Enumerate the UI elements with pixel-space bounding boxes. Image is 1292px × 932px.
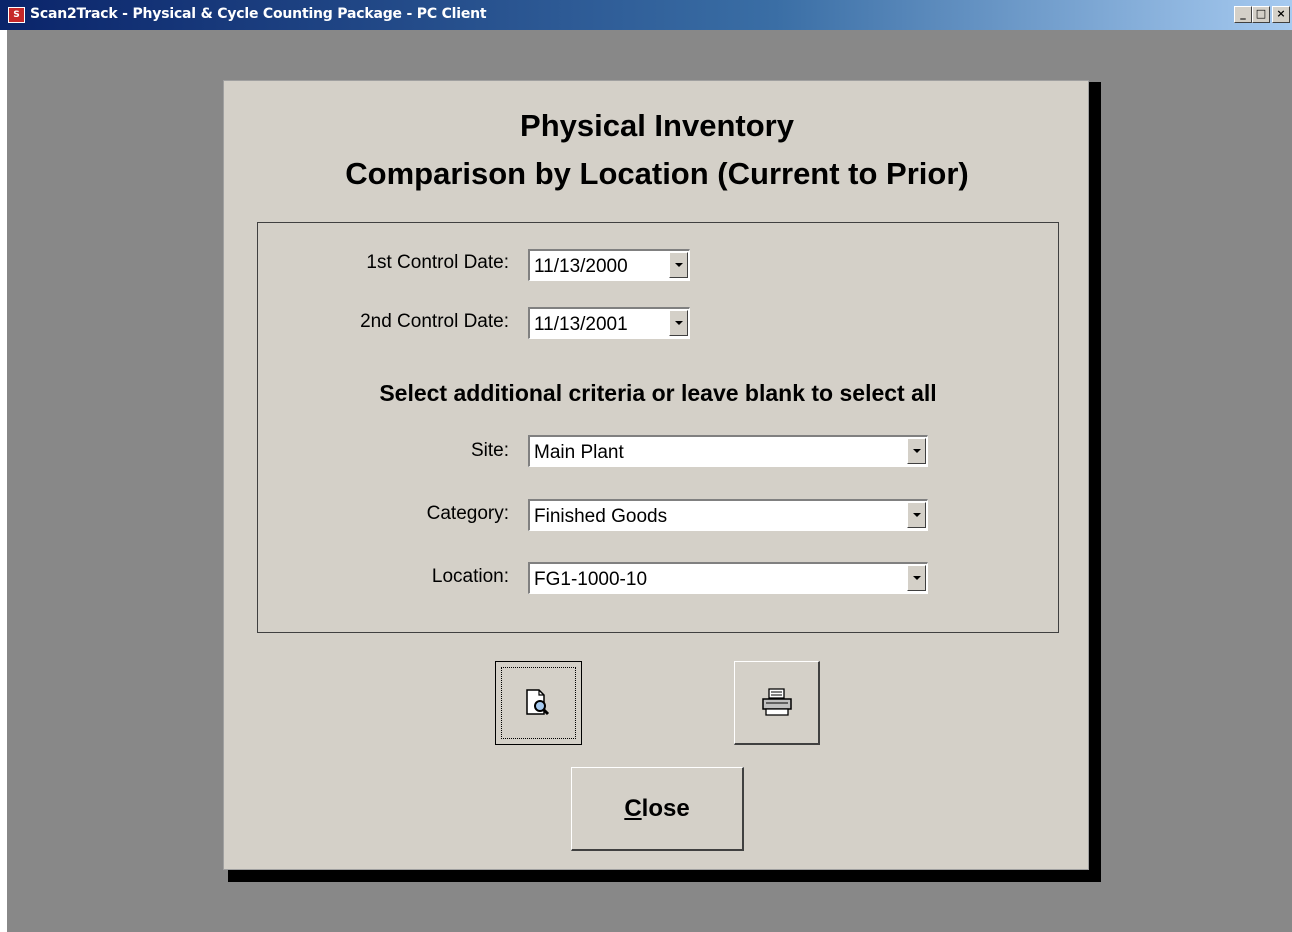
chevron-down-icon[interactable]: [669, 310, 688, 336]
chevron-down-icon[interactable]: [907, 438, 926, 464]
site-combo[interactable]: Main Plant: [528, 435, 928, 467]
control-date-1-combo[interactable]: 11/13/2000: [528, 249, 690, 281]
category-label: Category:: [426, 503, 509, 524]
location-combo[interactable]: FG1-1000-10: [528, 562, 928, 594]
minimize-button[interactable]: _: [1234, 6, 1252, 23]
control-date-2-combo[interactable]: 11/13/2001: [528, 307, 690, 339]
window-title-bar[interactable]: S Scan2Track - Physical & Cycle Counting…: [0, 0, 1292, 30]
criteria-heading: Select additional criteria or leave blan…: [379, 380, 937, 406]
location-label: Location:: [431, 566, 509, 587]
category-combo[interactable]: Finished Goods: [528, 499, 928, 531]
print-button[interactable]: [734, 661, 820, 745]
window-title: Scan2Track - Physical & Cycle Counting P…: [30, 6, 487, 22]
app-icon[interactable]: S: [8, 7, 25, 23]
chevron-down-icon[interactable]: [907, 502, 926, 528]
control-date-1-value: 11/13/2000: [534, 256, 628, 277]
close-button[interactable]: Close: [571, 767, 744, 851]
printer-icon: [762, 688, 792, 716]
control-date-1-label: 1st Control Date:: [366, 252, 509, 273]
close-window-button[interactable]: ×: [1272, 6, 1290, 23]
print-preview-button[interactable]: [495, 661, 582, 745]
chevron-down-icon[interactable]: [669, 252, 688, 278]
site-value: Main Plant: [534, 442, 624, 463]
maximize-button[interactable]: □: [1252, 6, 1270, 23]
form-subtitle: Comparison by Location (Current to Prior…: [345, 156, 969, 191]
site-label: Site:: [470, 440, 509, 461]
control-date-2-value: 11/13/2001: [534, 314, 628, 335]
chevron-down-icon[interactable]: [907, 565, 926, 591]
control-date-2-label: 2nd Control Date:: [360, 311, 509, 332]
criteria-group-box: 1st Control Date: 11/13/2000 2nd Control…: [257, 222, 1059, 633]
close-button-label: Close: [624, 795, 690, 822]
report-form: Physical Inventory Comparison by Locatio…: [223, 80, 1089, 870]
print-preview-icon: [526, 689, 550, 716]
category-value: Finished Goods: [534, 506, 668, 527]
location-value: FG1-1000-10: [534, 569, 648, 590]
form-title: Physical Inventory: [520, 108, 794, 143]
